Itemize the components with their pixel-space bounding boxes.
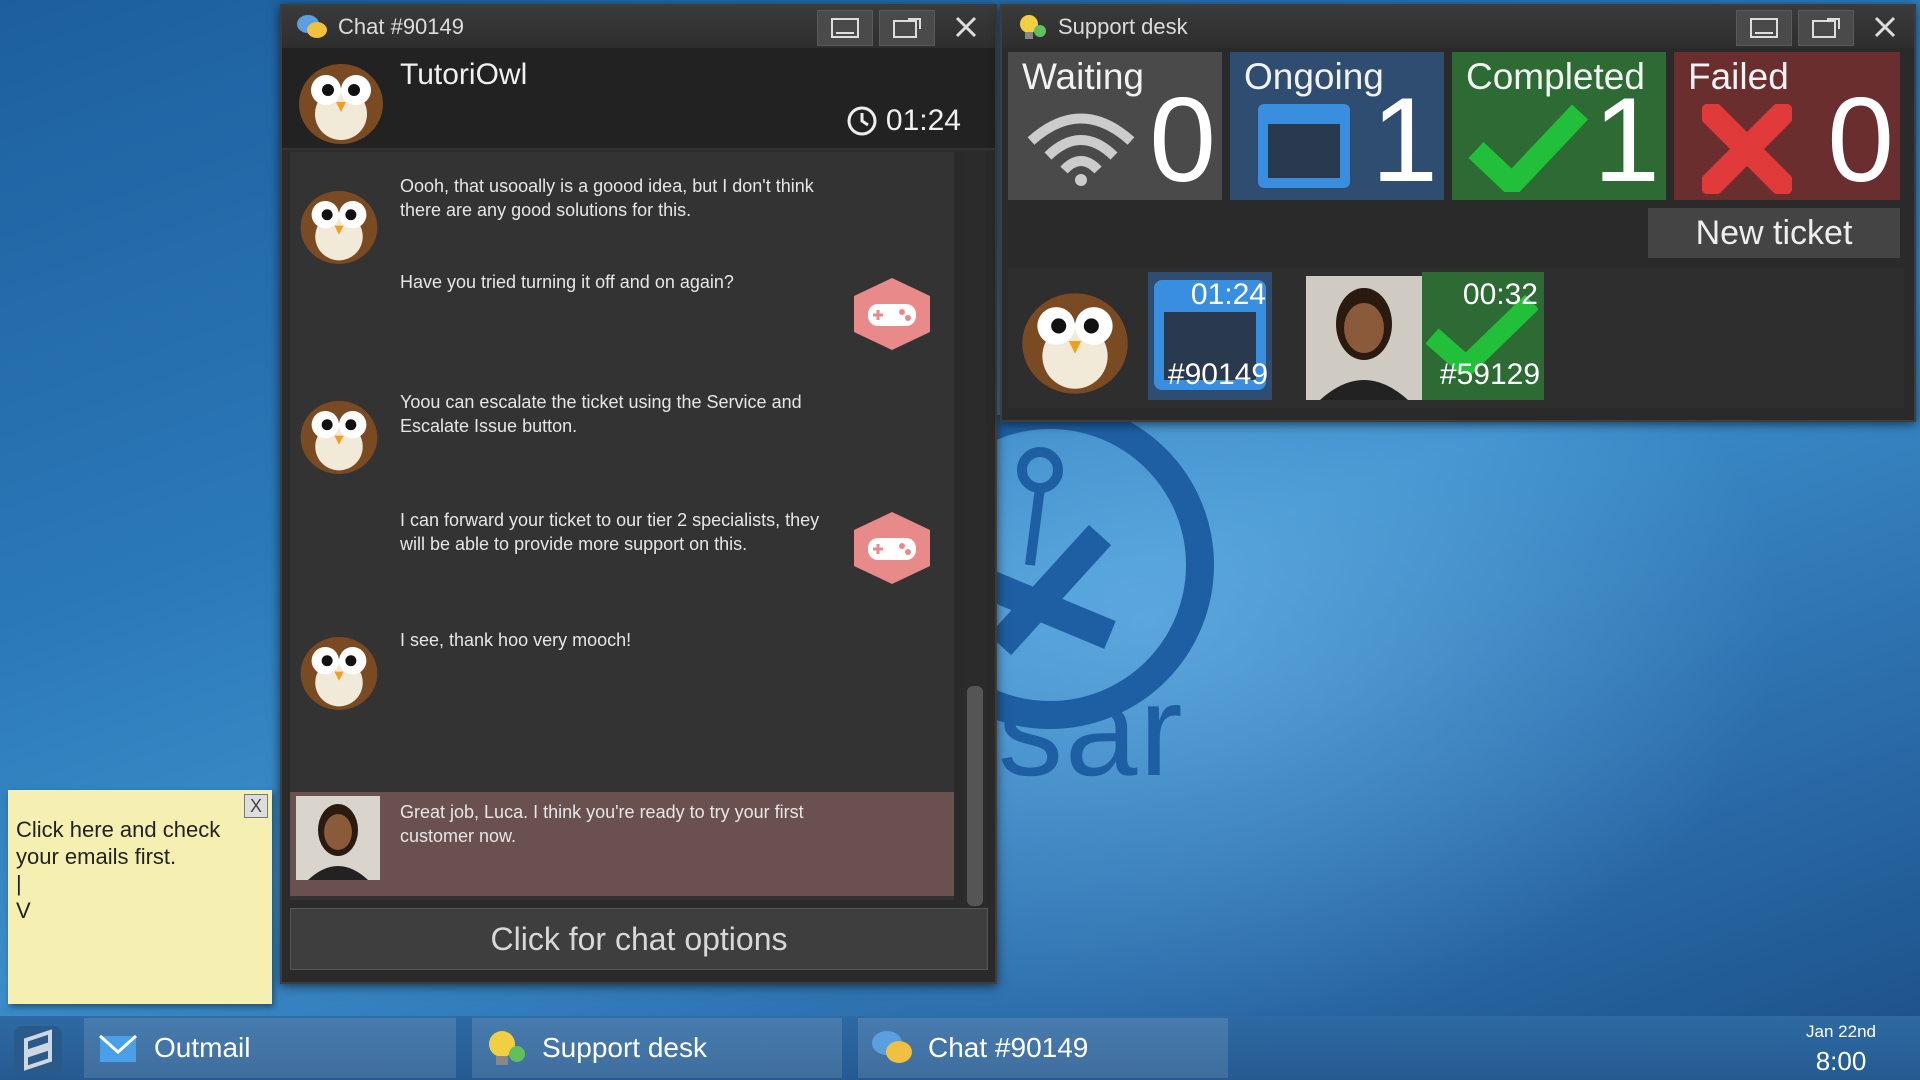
stat-completed: Completed 1 bbox=[1452, 52, 1666, 200]
message-text: I can forward your ticket to our tier 2 … bbox=[400, 510, 820, 554]
lightbulb-icon bbox=[1020, 15, 1046, 39]
desktop-logo-text: sar bbox=[998, 657, 1185, 803]
chat-message: Yoou can escalate the ticket using the S… bbox=[290, 388, 954, 506]
chat-bubbles-icon bbox=[872, 1031, 912, 1063]
stat-count: 1 bbox=[1593, 73, 1660, 207]
chat-window-title: Chat #90149 bbox=[338, 14, 464, 39]
window-icon bbox=[1258, 104, 1350, 188]
stat-label: Failed bbox=[1688, 56, 1789, 97]
message-text: Oooh, that usooally is a goood idea, but… bbox=[400, 176, 814, 220]
minimize-button[interactable] bbox=[817, 10, 873, 46]
ticket-tile[interactable]: 00:32 #59129 bbox=[1422, 272, 1544, 400]
taskbar-item-chat[interactable]: Chat #90149 bbox=[858, 1018, 1228, 1078]
stat-label: Waiting bbox=[1022, 56, 1145, 97]
popout-icon bbox=[1812, 18, 1840, 38]
message-text: Yoou can escalate the ticket using the S… bbox=[400, 392, 802, 436]
ticket-queue: 01:24 #90149 00:32 #59129 bbox=[1008, 268, 1904, 408]
chat-titlebar[interactable]: Chat #90149 bbox=[282, 6, 995, 48]
popout-button[interactable] bbox=[1798, 10, 1854, 46]
taskbar-item-support-desk[interactable]: Support desk bbox=[472, 1018, 842, 1078]
taskbar-label: Chat #90149 bbox=[928, 1032, 1089, 1063]
chat-message: I can forward your ticket to our tier 2 … bbox=[290, 506, 954, 624]
cross-icon bbox=[1702, 104, 1792, 194]
start-icon[interactable] bbox=[12, 1024, 64, 1076]
stat-count: 1 bbox=[1371, 73, 1438, 207]
taskbar-item-outmail[interactable]: Outmail bbox=[84, 1018, 456, 1078]
support-desk-window: Support desk Waiting 0 Ongoing 1 Complet… bbox=[1000, 4, 1916, 422]
stat-failed: Failed 0 bbox=[1674, 52, 1900, 200]
popout-button[interactable] bbox=[879, 10, 935, 46]
scrollbar-thumb[interactable] bbox=[967, 686, 983, 906]
chat-bubbles-icon bbox=[297, 15, 327, 38]
chat-scrollbar[interactable] bbox=[964, 152, 986, 908]
clock-date: Jan 22nd bbox=[1806, 1022, 1876, 1041]
ticket-time: 01:24 bbox=[1190, 278, 1266, 311]
chat-window: Chat #90149 TutoriOwl 01:24 Oooh, that u… bbox=[280, 4, 997, 984]
contact-name: TutoriOwl bbox=[400, 58, 528, 91]
taskbar: Outmail Support desk Chat #90149 Jan 22n… bbox=[0, 1016, 1920, 1080]
taskbar-label: Outmail bbox=[154, 1032, 251, 1063]
stat-label: Ongoing bbox=[1244, 56, 1384, 97]
owl-avatar bbox=[300, 400, 378, 474]
close-button[interactable] bbox=[1860, 10, 1910, 44]
close-icon bbox=[1874, 16, 1896, 38]
stat-ongoing: Ongoing 1 bbox=[1230, 52, 1444, 200]
close-button[interactable] bbox=[941, 10, 991, 44]
message-text: Have you tried turning it off and on aga… bbox=[400, 272, 734, 292]
chat-message: Have you tried turning it off and on aga… bbox=[290, 270, 954, 388]
stat-waiting: Waiting 0 bbox=[1008, 52, 1222, 200]
chat-message: I see, thank hoo very mooch! bbox=[290, 624, 954, 742]
stat-count: 0 bbox=[1149, 73, 1216, 207]
chat-message: Oooh, that usooally is a goood idea, but… bbox=[290, 152, 954, 270]
chat-message-highlighted: Great job, Luca. I think you're ready to… bbox=[290, 792, 954, 896]
agent-avatar bbox=[1306, 276, 1422, 400]
checkmark-icon bbox=[1468, 104, 1588, 192]
owl-avatar bbox=[299, 64, 383, 144]
ticket-id: #90149 bbox=[1167, 358, 1268, 391]
gamepad-icon bbox=[854, 512, 930, 584]
clock-time: 8:00 bbox=[1815, 1046, 1867, 1076]
stat-count: 0 bbox=[1827, 73, 1894, 207]
lightbulb-icon bbox=[489, 1031, 525, 1065]
chat-options-button[interactable]: Click for chat options bbox=[290, 908, 988, 970]
ticket-tile[interactable]: 01:24 #90149 bbox=[1148, 272, 1272, 400]
ticket-id: #59129 bbox=[1439, 358, 1540, 391]
message-text: Great job, Luca. I think you're ready to… bbox=[400, 802, 804, 846]
owl-avatar bbox=[300, 636, 378, 710]
agent-avatar bbox=[296, 796, 380, 880]
popout-icon bbox=[893, 18, 921, 38]
taskbar-label: Support desk bbox=[542, 1032, 707, 1063]
sticky-close-button[interactable]: X bbox=[244, 794, 268, 818]
minimize-button[interactable] bbox=[1736, 10, 1792, 46]
taskbar-clock: Jan 22nd 8:00 bbox=[1806, 1022, 1876, 1077]
minimize-icon bbox=[1750, 18, 1778, 38]
support-desk-titlebar[interactable]: Support desk bbox=[1002, 6, 1914, 48]
chat-header: TutoriOwl 01:24 bbox=[282, 48, 995, 150]
new-ticket-button[interactable]: New ticket bbox=[1648, 208, 1900, 258]
sticky-note[interactable]: X Click here and check your emails first… bbox=[8, 790, 272, 1004]
chat-messages[interactable]: Oooh, that usooally is a goood idea, but… bbox=[290, 152, 954, 900]
timer-value: 01:24 bbox=[885, 104, 961, 137]
owl-avatar bbox=[300, 190, 378, 264]
chat-timer: 01:24 bbox=[846, 104, 961, 138]
clock-icon bbox=[847, 106, 877, 136]
ticket-time: 00:32 bbox=[1462, 278, 1538, 311]
wifi-icon bbox=[1027, 113, 1135, 186]
sticky-note-text: Click here and check your emails first. … bbox=[16, 817, 221, 923]
minimize-icon bbox=[831, 18, 859, 38]
message-text: I see, thank hoo very mooch! bbox=[400, 630, 632, 650]
mail-icon bbox=[99, 1034, 137, 1062]
owl-avatar bbox=[1022, 293, 1128, 394]
close-icon bbox=[955, 16, 977, 38]
gamepad-icon bbox=[854, 278, 930, 350]
support-desk-title: Support desk bbox=[1058, 14, 1188, 39]
